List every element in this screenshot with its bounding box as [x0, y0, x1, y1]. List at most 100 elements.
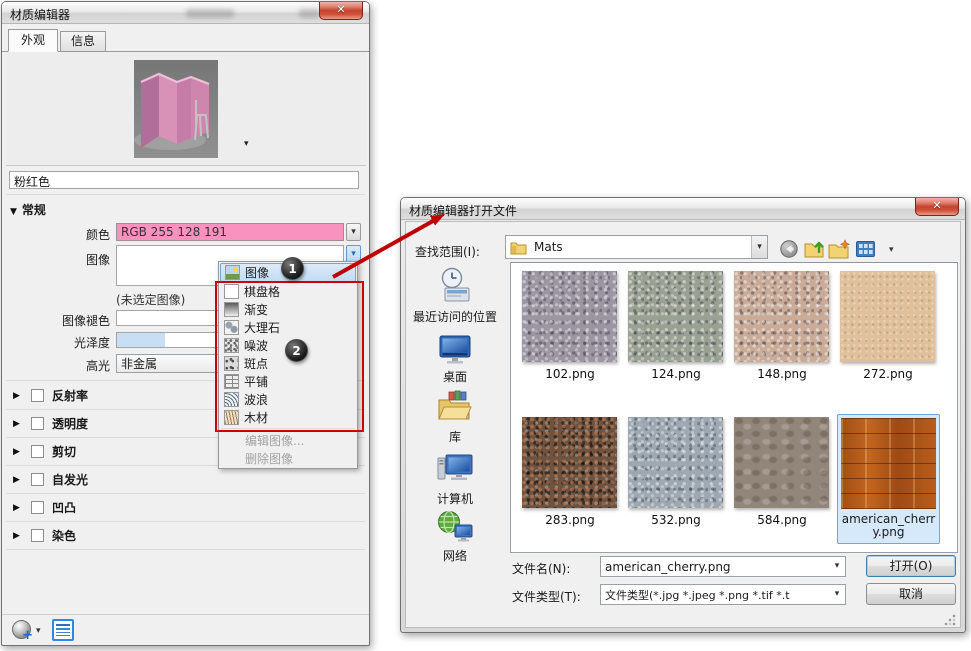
- image-label: 图像: [85, 253, 110, 267]
- material-editor-titlebar[interactable]: 材质编辑器 ✕: [2, 2, 369, 24]
- open-file-titlebar[interactable]: 材质编辑器打开文件 ✕: [401, 198, 965, 220]
- place-recent[interactable]: 最近访问的位置: [402, 266, 508, 325]
- close-icon[interactable]: ✕: [915, 198, 959, 216]
- menu-item-delete-image: 删除图像: [245, 451, 294, 466]
- glossiness-slider-fill: [117, 333, 165, 347]
- tab-information[interactable]: 信息: [60, 31, 106, 52]
- material-preview-panel: ▾: [6, 52, 366, 166]
- recent-places-icon: [441, 267, 470, 302]
- expander-collapsed-icon: ▶: [13, 503, 20, 513]
- back-icon[interactable]: [780, 240, 798, 258]
- file-name[interactable]: 272.png: [840, 367, 936, 381]
- file-name-selected[interactable]: american_cherry.png: [838, 513, 939, 539]
- file-thumbnail[interactable]: [734, 271, 829, 362]
- material-editor-title: 材质编辑器: [10, 8, 71, 22]
- image-fade-label: 图像褪色: [61, 314, 110, 328]
- file-thumbnail[interactable]: [628, 271, 723, 362]
- screenshot-stage: 材质编辑器 ✕ 外观 信息 ▾ 粉红色 ▼ 常规 颜色 RGB 255 128 …: [0, 0, 971, 651]
- look-in-combo[interactable]: Mats ▾: [505, 235, 768, 259]
- file-name[interactable]: 102.png: [522, 367, 618, 381]
- titlebar-glass-smudge: [299, 9, 319, 18]
- new-folder-icon[interactable]: [828, 239, 851, 259]
- file-type-combo[interactable]: 文件类型(*.jpg *.jpeg *.png *.tif *.t ▾: [600, 584, 846, 605]
- chevron-down-icon: ▾: [351, 226, 356, 237]
- expander-expanded-icon: ▼: [10, 207, 17, 217]
- close-icon[interactable]: ✕: [319, 2, 363, 20]
- file-thumbnail[interactable]: [628, 417, 723, 508]
- callout-1: 1: [281, 257, 304, 280]
- file-name[interactable]: 584.png: [734, 513, 830, 527]
- menu-item-edit-image: 编辑图像...: [245, 433, 305, 448]
- file-type-label: 文件类型(T):: [512, 590, 581, 604]
- views-chevron-down-icon[interactable]: ▾: [889, 246, 894, 255]
- open-file-title: 材质编辑器打开文件: [409, 204, 518, 218]
- chevron-down-icon: ▾: [834, 561, 840, 571]
- reflectivity-checkbox[interactable]: [31, 389, 44, 402]
- file-name-label: 文件名(N):: [512, 562, 571, 576]
- open-button[interactable]: 打开(O): [866, 555, 956, 577]
- file-name[interactable]: 532.png: [628, 513, 724, 527]
- color-value-field[interactable]: RGB 255 128 191: [116, 223, 344, 241]
- create-material-chevron-down-icon[interactable]: ▾: [36, 627, 41, 636]
- list-view-icon[interactable]: [52, 619, 74, 641]
- place-libraries[interactable]: 库: [402, 388, 508, 445]
- file-name[interactable]: 283.png: [522, 513, 618, 527]
- resize-grip[interactable]: [944, 614, 956, 626]
- cancel-button[interactable]: 取消: [866, 583, 956, 605]
- up-one-level-icon[interactable]: [804, 238, 826, 259]
- chevron-down-icon: ▾: [834, 589, 840, 599]
- divider: [6, 194, 365, 195]
- no-image-text: (未选定图像): [116, 293, 186, 307]
- place-computer[interactable]: 计算机: [402, 448, 508, 507]
- tint-checkbox[interactable]: [31, 529, 44, 542]
- views-icon[interactable]: [856, 241, 875, 257]
- desktop-icon: [439, 335, 471, 364]
- material-preview-image[interactable]: [134, 60, 218, 158]
- color-dropdown-button[interactable]: ▾: [346, 223, 361, 241]
- callout-2: 2: [285, 339, 308, 362]
- divider: [6, 549, 365, 550]
- folder-icon: [510, 242, 527, 254]
- file-thumbnail-selected[interactable]: [841, 418, 936, 509]
- create-material-icon[interactable]: +: [12, 620, 33, 643]
- chevron-down-icon: ▾: [351, 249, 356, 259]
- section-bump[interactable]: ▶ 凹凸: [2, 499, 369, 519]
- highlight-label: 高光: [85, 359, 110, 373]
- titlebar-glass-smudge: [186, 9, 234, 18]
- material-editor-toolbar: + ▾: [2, 614, 369, 646]
- file-name[interactable]: 124.png: [628, 367, 724, 381]
- color-label: 颜色: [85, 228, 110, 242]
- glossiness-label: 光泽度: [73, 336, 110, 350]
- transparency-checkbox[interactable]: [31, 417, 44, 430]
- place-network[interactable]: 网络: [402, 509, 508, 564]
- look-in-label: 查找范围(I):: [415, 245, 480, 259]
- file-name-combo[interactable]: american_cherry.png ▾: [600, 556, 846, 577]
- section-self-illumination[interactable]: ▶ 自发光: [2, 471, 369, 491]
- computer-icon: [437, 454, 473, 480]
- libraries-icon: [438, 390, 472, 420]
- file-thumbnail[interactable]: [522, 271, 617, 362]
- preview-options-chevron-down-icon[interactable]: ▾: [244, 140, 249, 149]
- divider: [6, 521, 365, 522]
- expander-collapsed-icon: ▶: [13, 447, 20, 457]
- file-thumbnail[interactable]: [734, 417, 829, 508]
- chevron-down-icon: ▾: [751, 236, 767, 258]
- file-thumbnail[interactable]: [522, 417, 617, 508]
- section-tint[interactable]: ▶ 染色: [2, 527, 369, 547]
- file-thumbnail[interactable]: [840, 271, 935, 362]
- file-name[interactable]: 148.png: [734, 367, 830, 381]
- material-name-field[interactable]: 粉红色: [9, 171, 359, 189]
- expander-collapsed-icon: ▶: [13, 419, 20, 429]
- expander-collapsed-icon: ▶: [13, 475, 20, 485]
- self-illumination-checkbox[interactable]: [31, 473, 44, 486]
- expander-collapsed-icon: ▶: [13, 531, 20, 541]
- cutouts-checkbox[interactable]: [31, 445, 44, 458]
- divider: [6, 493, 365, 494]
- tab-appearance[interactable]: 外观: [8, 29, 58, 52]
- place-desktop[interactable]: 桌面: [402, 330, 508, 385]
- section-general[interactable]: ▼ 常规: [10, 201, 46, 218]
- network-icon: [438, 510, 473, 542]
- bump-checkbox[interactable]: [31, 501, 44, 514]
- expander-collapsed-icon: ▶: [13, 391, 20, 401]
- image-map-icon: [225, 265, 240, 280]
